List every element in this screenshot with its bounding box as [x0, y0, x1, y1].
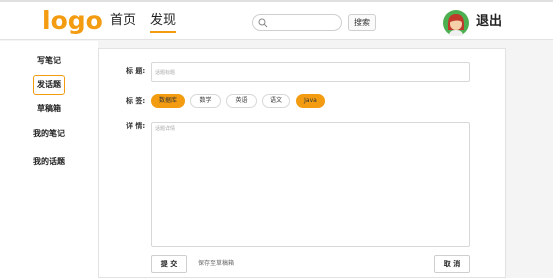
- page: logo 首页 发现 搜索 退出 写笔记 发话题 草稿箱 我的笔记 我的话题 标…: [0, 0, 553, 278]
- tag-java[interactable]: Java: [296, 94, 325, 108]
- title-label: 标 题:: [126, 67, 146, 75]
- search-icon: [258, 18, 268, 28]
- logo[interactable]: logo: [42, 6, 103, 36]
- submit-button[interactable]: 提 交: [151, 255, 187, 273]
- detail-label: 详 情:: [126, 122, 146, 130]
- tags-label: 标 签:: [126, 97, 146, 105]
- sidebar: 写笔记 发话题 草稿箱 我的笔记 我的话题: [0, 41, 98, 278]
- sidebar-item-label: 我的笔记: [33, 129, 65, 138]
- sidebar-item-label: 写笔记: [37, 56, 61, 65]
- avatar[interactable]: [443, 10, 469, 36]
- nav-home[interactable]: 首页: [110, 13, 136, 29]
- sidebar-item-label: 草稿箱: [37, 104, 61, 113]
- tag-english[interactable]: 英语: [226, 94, 257, 108]
- sidebar-item-my-notes[interactable]: 我的笔记: [0, 129, 98, 139]
- nav-discover[interactable]: 发现: [150, 13, 177, 33]
- logout-button[interactable]: 退出: [476, 14, 502, 30]
- top-header: logo 首页 发现 搜索 退出: [0, 0, 553, 40]
- cancel-button[interactable]: 取 消: [434, 255, 470, 273]
- tag-database[interactable]: 数据库: [151, 94, 185, 108]
- search-input[interactable]: [252, 14, 342, 31]
- sidebar-item-my-topics[interactable]: 我的话题: [0, 157, 98, 167]
- save-draft-link[interactable]: 保存至草稿箱: [198, 260, 234, 268]
- search-button[interactable]: 搜索: [348, 14, 376, 31]
- title-input[interactable]: 话题标题: [151, 62, 470, 82]
- sidebar-item-label: 我的话题: [33, 157, 65, 166]
- sidebar-item-drafts[interactable]: 草稿箱: [0, 104, 98, 114]
- tag-math[interactable]: 数学: [190, 94, 221, 108]
- topic-form: 标 题: 话题标题 标 签: 数据库 数学 英语 语文 Java 详 情: 话题…: [98, 48, 506, 278]
- sidebar-item-write-note[interactable]: 写笔记: [0, 56, 98, 66]
- detail-textarea[interactable]: 话题详情: [151, 122, 470, 247]
- sidebar-item-label: 发话题: [33, 75, 65, 95]
- sidebar-item-post-topic[interactable]: 发话题: [0, 75, 98, 95]
- tag-chinese[interactable]: 语文: [262, 94, 290, 108]
